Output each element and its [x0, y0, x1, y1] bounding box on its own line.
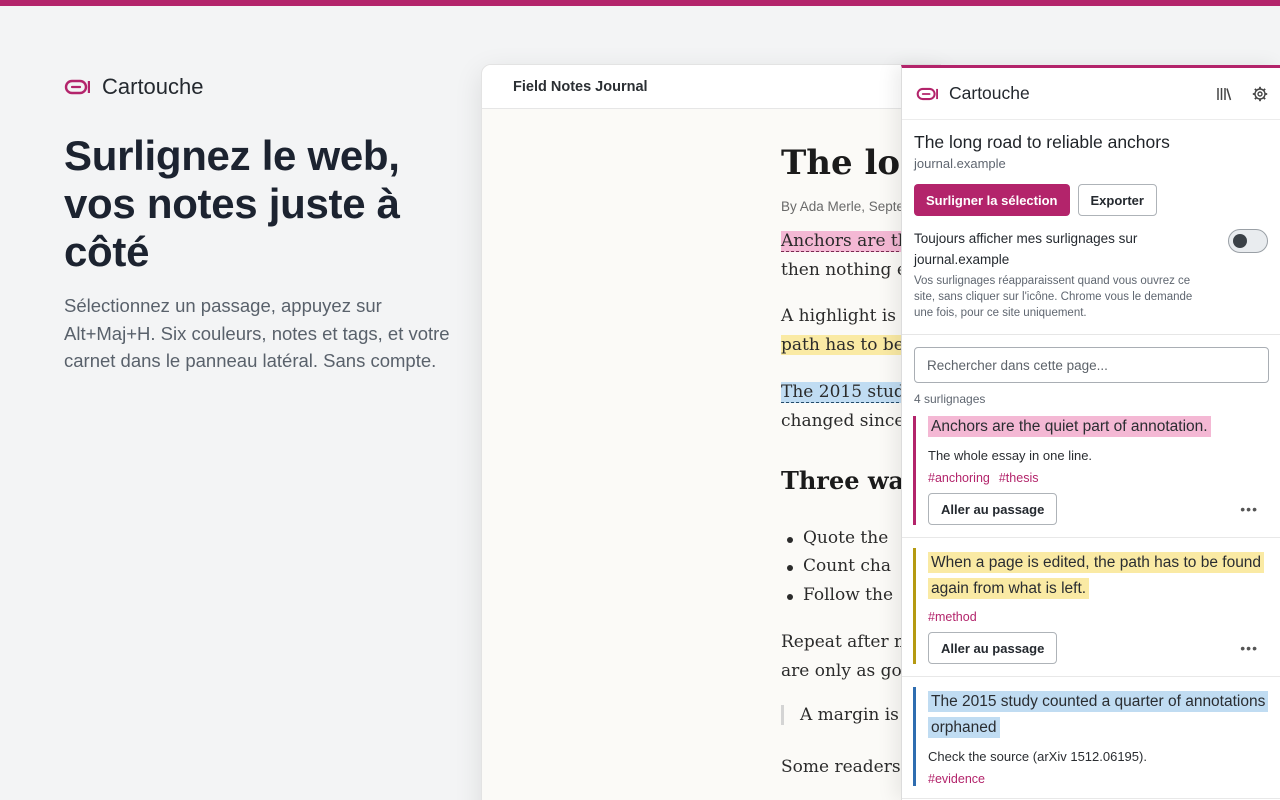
gear-icon[interactable] — [1252, 86, 1268, 102]
color-bar — [913, 687, 916, 786]
article-line: changed since t — [781, 411, 917, 431]
toggle-label: Toujours afficher mes surlignages sur jo… — [914, 231, 1138, 267]
hero-subtitle: Sélectionnez un passage, appuyez sur Alt… — [64, 295, 450, 371]
brand: Cartouche — [64, 74, 204, 100]
inline-highlight-blue[interactable]: The 2015 study — [781, 382, 915, 403]
article-line: Anchors are the — [781, 231, 919, 252]
always-show-setting: Toujours afficher mes surlignages sur jo… — [914, 229, 1268, 321]
color-bar — [913, 416, 916, 525]
article-line: are only as goo — [781, 661, 912, 681]
toggle-knob — [1233, 234, 1247, 248]
article-byline: By Ada Merle, Septe — [781, 199, 905, 214]
cartouche-logo-icon — [916, 87, 938, 100]
inline-highlight-yellow[interactable]: path has to be f — [781, 335, 916, 355]
highlight-quote: The 2015 study counted a quarter of anno… — [928, 691, 1269, 738]
page-title: The long road to reliable anchors — [914, 132, 1170, 152]
library-icon[interactable] — [1216, 86, 1232, 102]
tag[interactable]: #evidence — [928, 772, 985, 786]
highlight-card[interactable]: Anchors are the quiet part of annotation… — [902, 406, 1280, 538]
always-show-toggle[interactable] — [1228, 229, 1268, 253]
highlight-card[interactable]: When a page is edited, the path has to b… — [902, 538, 1280, 677]
highlight-quote: When a page is edited, the path has to b… — [928, 552, 1265, 599]
article-line: path has to be f — [781, 335, 916, 355]
panel-header: Cartouche — [902, 68, 1280, 120]
export-button[interactable]: Exporter — [1077, 184, 1157, 216]
highlight-note: The whole essay in one line. — [928, 448, 1093, 463]
list-item: Follow the — [786, 585, 894, 605]
highlight-note: Check the source (arXiv 1512.06195). — [928, 749, 1147, 764]
go-to-passage-button[interactable]: Aller au passage — [928, 632, 1058, 664]
panel-title: Cartouche — [949, 83, 1030, 103]
highlight-count: 4 surlignages — [914, 392, 986, 406]
search-input[interactable] — [914, 347, 1269, 383]
article-line: Some readers k — [781, 757, 917, 777]
article-heading: Three wa — [781, 466, 905, 495]
highlight-selection-button[interactable]: Surligner la sélection — [914, 184, 1070, 216]
page-domain: journal.example — [914, 156, 1006, 171]
go-to-passage-button[interactable]: Aller au passage — [928, 493, 1058, 525]
more-options-icon[interactable]: ••• — [1240, 501, 1258, 517]
tag[interactable]: #thesis — [999, 471, 1039, 485]
article-line: Repeat after m — [781, 632, 911, 652]
list-item: Count cha — [787, 556, 891, 576]
site-title: Field Notes Journal — [513, 78, 648, 95]
inline-highlight-pink[interactable]: Anchors are the — [781, 231, 919, 252]
more-options-icon[interactable]: ••• — [1240, 640, 1258, 656]
article-line: A highlight is o — [781, 306, 912, 326]
article-line: then nothing el — [781, 260, 913, 280]
page-info: The long road to reliable anchors journa… — [902, 120, 1280, 321]
list-item: Quote the — [786, 528, 889, 548]
highlight-card[interactable]: The 2015 study counted a quarter of anno… — [902, 677, 1280, 799]
toggle-help-text: Vos surlignages réapparaissent quand vou… — [914, 275, 1193, 319]
site-header: Field Notes Journal — [482, 65, 940, 109]
brand-name: Cartouche — [102, 74, 204, 99]
blockquote: A margin is a — [781, 705, 914, 725]
tag[interactable]: #method — [928, 610, 977, 624]
demo-page-window: Field Notes Journal The lon By Ada Merle… — [481, 64, 941, 800]
cartouche-logo-icon — [64, 79, 90, 95]
hero-title: Surlignez le web, vos notes juste à côté — [64, 132, 400, 275]
color-bar — [913, 548, 916, 664]
tag[interactable]: #anchoring — [928, 471, 990, 485]
side-panel: Cartouche The long road to reliable anch… — [901, 65, 1280, 800]
highlight-quote: Anchors are the quiet part of annotation… — [928, 416, 1211, 437]
top-accent-bar — [0, 0, 1280, 6]
article-line: The 2015 study — [781, 382, 915, 403]
